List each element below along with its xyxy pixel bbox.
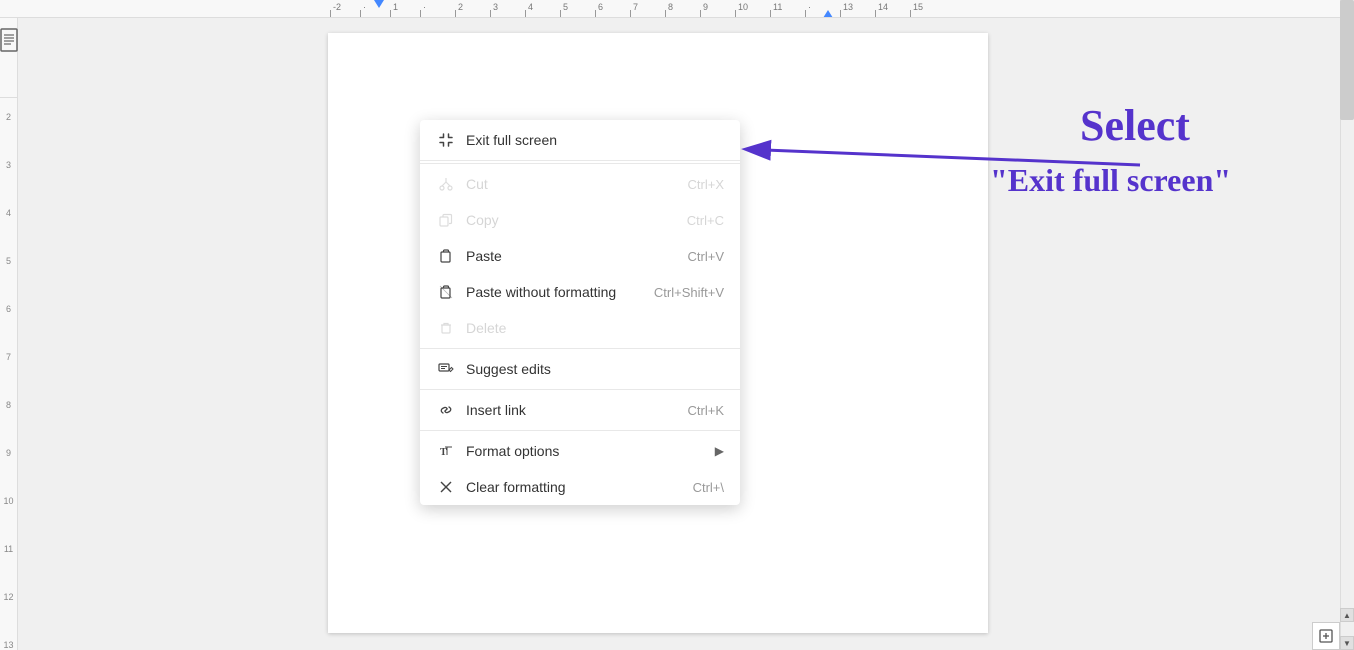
- delete-icon: [436, 318, 456, 338]
- left-ruler-label: 5: [6, 256, 11, 266]
- menu-item-insert-link[interactable]: Insert link Ctrl+K: [420, 392, 740, 428]
- insert-link-shortcut: Ctrl+K: [688, 403, 724, 418]
- paste-label: Paste: [466, 248, 688, 264]
- clear-formatting-shortcut: Ctrl+\: [693, 480, 724, 495]
- ruler-numbers: -2 · 1 · 2 3 4 5: [330, 0, 945, 18]
- menu-divider-3: [420, 389, 740, 390]
- ruler-mark: -2: [330, 0, 360, 18]
- left-ruler: 2 3 4 5 6 7 8 9 10 11 12 13: [0, 18, 18, 650]
- menu-divider-1: [420, 163, 740, 164]
- suggest-edits-label: Suggest edits: [466, 361, 724, 377]
- link-icon: [436, 400, 456, 420]
- menu-item-exit-full-screen[interactable]: Exit full screen: [420, 120, 740, 161]
- menu-item-cut: Cut Ctrl+X: [420, 166, 740, 202]
- ruler-mark: 11: [770, 0, 805, 18]
- clear-formatting-icon: [436, 477, 456, 497]
- ruler-mark: 1: [390, 0, 420, 18]
- fullscreen-exit-icon: [436, 130, 456, 150]
- ruler-mark: 5: [560, 0, 595, 18]
- copy-shortcut: Ctrl+C: [687, 213, 724, 228]
- clear-formatting-label: Clear formatting: [466, 479, 693, 495]
- ruler-mark: ·: [420, 0, 455, 18]
- left-ruler-label: 12: [3, 592, 13, 602]
- ruler-triangle-up: [823, 10, 833, 18]
- left-ruler-label: 7: [6, 352, 11, 362]
- scrollbar-arrow-up[interactable]: ▲: [1340, 608, 1354, 622]
- svg-text:T: T: [440, 447, 447, 458]
- left-ruler-label: 2: [6, 112, 11, 122]
- exit-full-screen-label: Exit full screen: [466, 132, 724, 148]
- menu-divider-4: [420, 430, 740, 431]
- copy-icon: [436, 210, 456, 230]
- ruler-mark: 4: [525, 0, 560, 18]
- paste-shortcut: Ctrl+V: [688, 249, 724, 264]
- format-options-icon: T: [436, 441, 456, 461]
- ruler-mark: ·: [805, 0, 840, 18]
- ruler-mark: 15: [910, 0, 945, 18]
- menu-item-suggest-edits[interactable]: Suggest edits: [420, 351, 740, 387]
- ruler-mark: 2: [455, 0, 490, 18]
- menu-item-format-options[interactable]: T Format options ▶: [420, 433, 740, 469]
- ruler-mark: ·: [360, 0, 390, 18]
- ruler-triangle-down: [374, 0, 384, 8]
- ruler-mark: 7: [630, 0, 665, 18]
- format-options-arrow: ▶: [715, 444, 724, 458]
- ruler-mark: 8: [665, 0, 700, 18]
- paste-icon: [436, 246, 456, 266]
- cut-shortcut: Ctrl+X: [688, 177, 724, 192]
- left-ruler-label: 4: [6, 208, 11, 218]
- paste-plain-icon: [436, 282, 456, 302]
- expand-icon: [1319, 629, 1333, 643]
- paste-without-formatting-label: Paste without formatting: [466, 284, 654, 300]
- left-ruler-label: 11: [4, 544, 13, 554]
- delete-label: Delete: [466, 320, 724, 336]
- menu-item-clear-formatting[interactable]: Clear formatting Ctrl+\: [420, 469, 740, 505]
- copy-label: Copy: [466, 212, 687, 228]
- scrollbar-track: ▲ ▼: [1340, 0, 1354, 650]
- context-menu: Exit full screen Cut Ctrl+X Copy Ctrl+C: [420, 120, 740, 505]
- left-ruler-label: 6: [6, 304, 11, 314]
- left-ruler-label: 3: [6, 160, 11, 170]
- menu-item-copy: Copy Ctrl+C: [420, 202, 740, 238]
- left-ruler-label: 13: [3, 640, 13, 650]
- paste-without-formatting-shortcut: Ctrl+Shift+V: [654, 285, 724, 300]
- ruler-mark: 13: [840, 0, 875, 18]
- format-options-label: Format options: [466, 443, 707, 459]
- scrollbar-thumb[interactable]: [1340, 0, 1354, 120]
- suggest-edits-icon: [436, 359, 456, 379]
- ruler-mark: 6: [595, 0, 630, 18]
- left-ruler-label: 9: [6, 448, 11, 458]
- ruler-mark: 14: [875, 0, 910, 18]
- scrollbar-arrow-down[interactable]: ▼: [1340, 636, 1354, 650]
- menu-item-paste-without-formatting[interactable]: Paste without formatting Ctrl+Shift+V: [420, 274, 740, 310]
- ruler-mark: 10: [735, 0, 770, 18]
- top-ruler: -2 · 1 · 2 3 4 5: [0, 0, 1340, 18]
- ruler-mark: 9: [700, 0, 735, 18]
- insert-link-label: Insert link: [466, 402, 688, 418]
- left-ruler-label: 10: [3, 496, 13, 506]
- menu-item-delete: Delete: [420, 310, 740, 346]
- ruler-mark: 3: [490, 0, 525, 18]
- document-icon: [0, 28, 19, 57]
- bottom-right-button[interactable]: [1312, 622, 1340, 650]
- left-ruler-label: 8: [6, 400, 11, 410]
- cut-icon: [436, 174, 456, 194]
- cut-label: Cut: [466, 176, 688, 192]
- menu-item-paste[interactable]: Paste Ctrl+V: [420, 238, 740, 274]
- menu-divider-2: [420, 348, 740, 349]
